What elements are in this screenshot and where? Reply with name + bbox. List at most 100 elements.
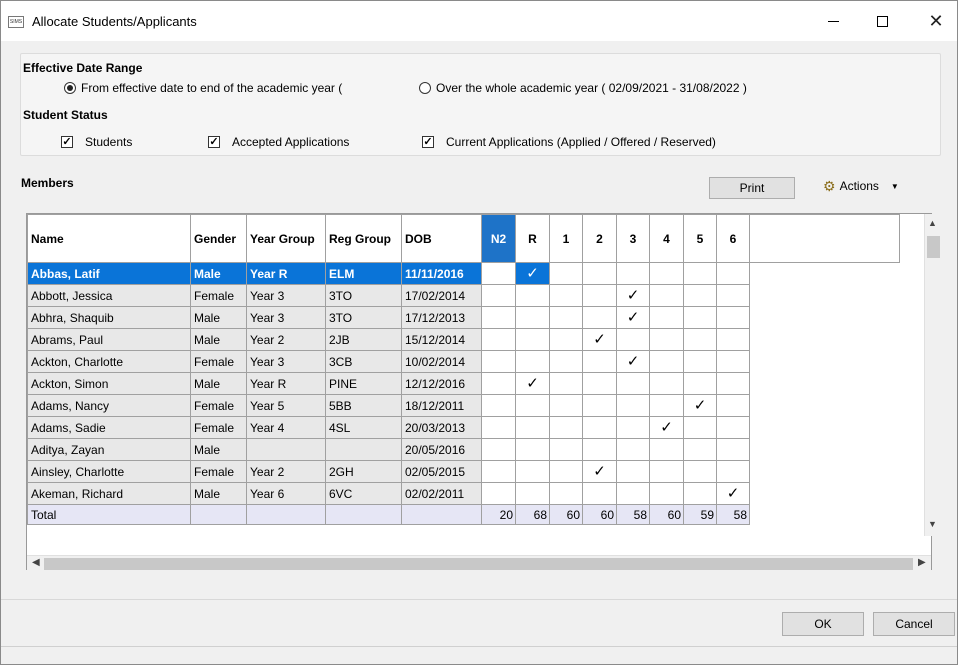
cell-name[interactable]: Abhra, Shaquib	[27, 306, 191, 329]
cell-allocation-N2[interactable]	[481, 350, 516, 373]
table-row[interactable]: Ackton, Charlotte Female Year 3 3CB 10/02/20…	[27, 350, 900, 373]
column-header[interactable]: Year Group	[246, 214, 326, 263]
cell-name[interactable]: Akeman, Richard	[27, 482, 191, 505]
cell-allocation-1[interactable]	[549, 262, 583, 285]
scroll-down-icon[interactable]: ▼	[928, 519, 937, 529]
cell-allocation-R[interactable]	[515, 416, 550, 439]
checkbox-current-box[interactable]: ✓	[422, 136, 434, 148]
cell-allocation-N2[interactable]	[481, 262, 516, 285]
cell-allocation-4[interactable]	[649, 394, 684, 417]
cell-allocation-R[interactable]	[515, 284, 550, 307]
cell-allocation-3[interactable]	[616, 262, 650, 285]
cell-allocation-3[interactable]	[616, 416, 650, 439]
print-button[interactable]: Print	[709, 177, 795, 199]
cell-allocation-N2[interactable]	[481, 438, 516, 461]
cell-allocation-3[interactable]	[616, 482, 650, 505]
cell-gender[interactable]: Female	[190, 284, 247, 307]
cell-allocation-1[interactable]	[549, 416, 583, 439]
cell-reg[interactable]: 2GH	[325, 460, 402, 483]
cell-allocation-3[interactable]	[616, 438, 650, 461]
cell-allocation-1[interactable]	[549, 306, 583, 329]
cell-name[interactable]: Adams, Nancy	[27, 394, 191, 417]
table-row[interactable]: Abhra, Shaquib Male Year 3 3TO 17/12/2013 ✓	[27, 306, 900, 329]
cell-year[interactable]: Year 3	[246, 350, 326, 373]
cell-allocation-N2[interactable]	[481, 416, 516, 439]
cell-allocation-4[interactable]	[649, 306, 684, 329]
scroll-up-icon[interactable]: ▲	[928, 218, 937, 228]
cell-allocation-2[interactable]	[582, 284, 617, 307]
cell-allocation-1[interactable]	[549, 438, 583, 461]
cell-year[interactable]: Year 2	[246, 460, 326, 483]
cell-allocation-6[interactable]	[716, 438, 750, 461]
cell-allocation-R[interactable]	[515, 328, 550, 351]
cell-allocation-2[interactable]: ✓	[582, 460, 617, 483]
cell-allocation-3[interactable]: ✓	[616, 306, 650, 329]
cell-allocation-5[interactable]	[683, 372, 717, 395]
cell-year[interactable]: Year 2	[246, 328, 326, 351]
cell-year[interactable]: Year 3	[246, 284, 326, 307]
column-header[interactable]: Name	[27, 214, 191, 263]
cell-name[interactable]: Ainsley, Charlotte	[27, 460, 191, 483]
table-row[interactable]: Aditya, Zayan Male 20/05/2016	[27, 438, 900, 461]
cell-dob[interactable]: 17/12/2013	[401, 306, 482, 329]
cell-allocation-4[interactable]	[649, 482, 684, 505]
cell-allocation-6[interactable]	[716, 350, 750, 373]
cell-allocation-6[interactable]	[716, 284, 750, 307]
cell-allocation-6[interactable]	[716, 306, 750, 329]
cell-gender[interactable]: Male	[190, 372, 247, 395]
cell-year[interactable]: Year 4	[246, 416, 326, 439]
cell-reg[interactable]: 3TO	[325, 284, 402, 307]
cell-gender[interactable]: Female	[190, 394, 247, 417]
column-header[interactable]: R	[515, 214, 550, 263]
cell-allocation-1[interactable]	[549, 460, 583, 483]
cell-gender[interactable]: Male	[190, 262, 247, 285]
cell-name[interactable]: Abbott, Jessica	[27, 284, 191, 307]
cell-dob[interactable]: 02/05/2015	[401, 460, 482, 483]
cell-allocation-6[interactable]	[716, 394, 750, 417]
cell-allocation-1[interactable]	[549, 350, 583, 373]
cell-allocation-1[interactable]	[549, 328, 583, 351]
column-header[interactable]: 1	[549, 214, 583, 263]
cell-dob[interactable]: 18/12/2011	[401, 394, 482, 417]
cell-year[interactable]	[246, 438, 326, 461]
scroll-right-icon[interactable]: ▶	[918, 557, 926, 568]
cell-year[interactable]: Year R	[246, 262, 326, 285]
cell-allocation-3[interactable]	[616, 460, 650, 483]
cell-allocation-6[interactable]	[716, 262, 750, 285]
radio-from-effective-dot[interactable]	[64, 82, 76, 94]
column-header[interactable]: DOB	[401, 214, 482, 263]
cell-year[interactable]: Year 3	[246, 306, 326, 329]
cell-allocation-2[interactable]	[582, 482, 617, 505]
cell-dob[interactable]: 02/02/2011	[401, 482, 482, 505]
cell-allocation-4[interactable]	[649, 350, 684, 373]
vertical-scrollbar[interactable]: ▲ ▼	[924, 214, 941, 536]
cell-allocation-6[interactable]	[716, 416, 750, 439]
cell-allocation-5[interactable]	[683, 284, 717, 307]
cell-dob[interactable]: 10/02/2014	[401, 350, 482, 373]
cell-reg[interactable]: 2JB	[325, 328, 402, 351]
horizontal-scrollbar[interactable]: ◀ ▶	[27, 555, 931, 571]
cell-allocation-5[interactable]	[683, 328, 717, 351]
cell-gender[interactable]: Female	[190, 350, 247, 373]
actions-button[interactable]: ⚙ Actions ▼	[823, 179, 899, 193]
cell-allocation-3[interactable]: ✓	[616, 350, 650, 373]
cell-allocation-R[interactable]	[515, 350, 550, 373]
scroll-left-icon[interactable]: ◀	[32, 557, 40, 568]
checkbox-students-box[interactable]: ✓	[61, 136, 73, 148]
table-row[interactable]: Ainsley, Charlotte Female Year 2 2GH 02/05/2…	[27, 460, 900, 483]
table-row[interactable]: Abbott, Jessica Female Year 3 3TO 17/02/2014…	[27, 284, 900, 307]
cell-allocation-3[interactable]: ✓	[616, 284, 650, 307]
cell-allocation-6[interactable]	[716, 328, 750, 351]
close-button[interactable]: ✕	[922, 9, 950, 33]
cell-reg[interactable]: 3TO	[325, 306, 402, 329]
checkbox-current[interactable]: ✓ Current Applications (Applied / Offere…	[422, 135, 716, 149]
minimize-button[interactable]	[819, 9, 847, 33]
cell-allocation-4[interactable]	[649, 460, 684, 483]
cell-reg[interactable]	[325, 438, 402, 461]
checkbox-accepted[interactable]: ✓ Accepted Applications	[208, 135, 349, 149]
cell-gender[interactable]: Male	[190, 306, 247, 329]
cell-allocation-5[interactable]	[683, 460, 717, 483]
cell-allocation-2[interactable]	[582, 306, 617, 329]
cell-allocation-R[interactable]: ✓	[515, 262, 550, 285]
cell-allocation-4[interactable]	[649, 262, 684, 285]
